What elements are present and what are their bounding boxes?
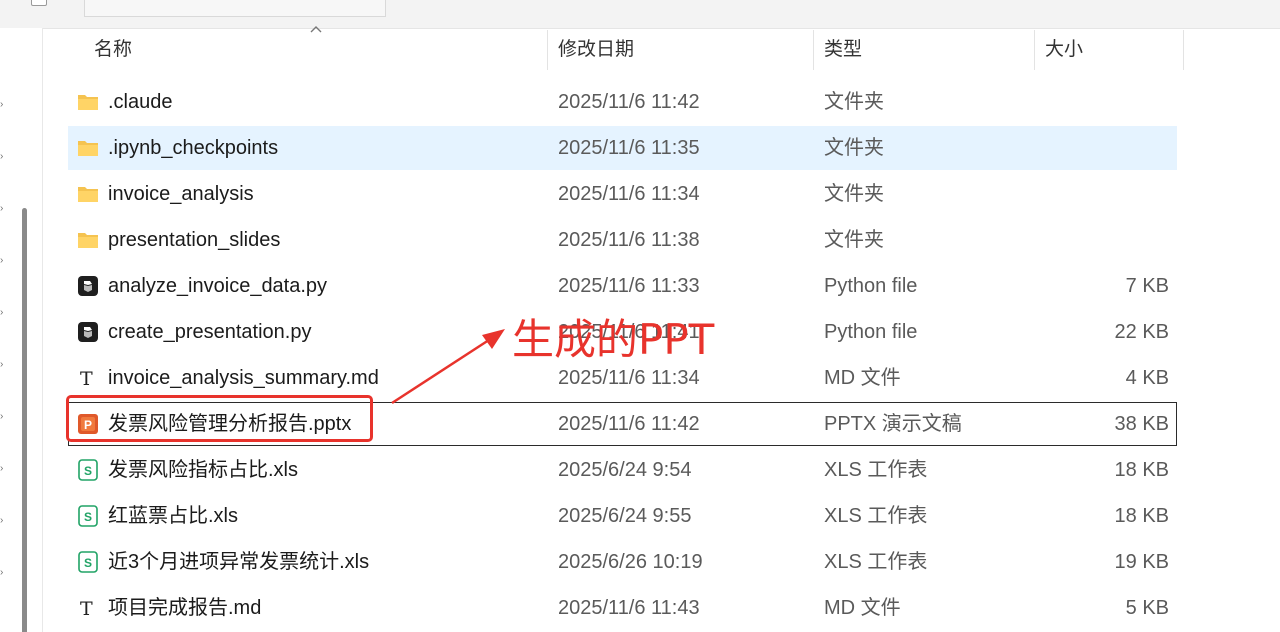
chevron-right-icon[interactable]: › bbox=[0, 204, 8, 214]
file-modified-date: 2025/6/24 9:54 bbox=[558, 459, 692, 481]
svg-text:S: S bbox=[84, 464, 92, 478]
chevron-right-icon[interactable]: › bbox=[0, 412, 8, 422]
annotation-label: 生成的PPT bbox=[512, 315, 715, 364]
file-name[interactable]: 项目完成报告.md bbox=[108, 586, 261, 630]
column-header: 名称 修改日期 类型 大小 bbox=[42, 26, 1280, 72]
file-explorer-window: › › › › › › › › › › 名称 修改日期 类型 大小 .claud… bbox=[0, 0, 1280, 632]
file-type: 文件夹 bbox=[824, 137, 884, 159]
file-size: 5 KB bbox=[1125, 597, 1169, 619]
file-size: 38 KB bbox=[1114, 413, 1169, 435]
file-row[interactable]: presentation_slides 2025/11/6 11:38 文件夹 bbox=[68, 218, 1177, 262]
file-size: 19 KB bbox=[1114, 551, 1169, 573]
python-file-icon bbox=[76, 274, 100, 298]
file-type: MD 文件 bbox=[824, 367, 901, 389]
chevron-right-icon[interactable]: › bbox=[0, 464, 8, 474]
nav-scrollbar[interactable] bbox=[22, 208, 27, 632]
file-size: 7 KB bbox=[1125, 275, 1169, 297]
xls-file-icon: S bbox=[76, 550, 100, 574]
column-divider[interactable] bbox=[547, 30, 548, 70]
file-row[interactable]: S 红蓝票占比.xls 2025/6/24 9:55 XLS 工作表 18 KB bbox=[68, 494, 1177, 538]
chevron-right-icon[interactable]: › bbox=[0, 360, 8, 370]
column-divider[interactable] bbox=[1034, 30, 1035, 70]
file-size: 4 KB bbox=[1125, 367, 1169, 389]
column-type-header[interactable]: 类型 bbox=[824, 28, 862, 72]
file-row[interactable]: .ipynb_checkpoints 2025/11/6 11:35 文件夹 bbox=[68, 126, 1177, 170]
file-type: XLS 工作表 bbox=[824, 459, 928, 481]
chevron-right-icon[interactable]: › bbox=[0, 256, 8, 266]
file-row[interactable]: .claude 2025/11/6 11:42 文件夹 bbox=[68, 80, 1177, 124]
file-name[interactable]: 发票风险指标占比.xls bbox=[108, 448, 298, 492]
column-modified-header[interactable]: 修改日期 bbox=[558, 28, 634, 72]
file-row[interactable]: S 近3个月进项异常发票统计.xls 2025/6/26 10:19 XLS 工作表 1… bbox=[68, 540, 1177, 584]
chevron-right-icon[interactable]: › bbox=[0, 516, 8, 526]
file-name[interactable]: create_presentation.py bbox=[108, 310, 311, 354]
chevron-right-icon[interactable]: › bbox=[0, 100, 8, 110]
file-name[interactable]: analyze_invoice_data.py bbox=[108, 264, 327, 308]
file-modified-date: 2025/11/6 11:38 bbox=[558, 229, 700, 251]
navigation-pane: › › › › › › › › › › bbox=[0, 28, 43, 632]
svg-text:S: S bbox=[84, 556, 92, 570]
file-type: 文件夹 bbox=[824, 91, 884, 113]
file-modified-date: 2025/11/6 11:35 bbox=[558, 137, 700, 159]
file-type: PPTX 演示文稿 bbox=[824, 413, 962, 435]
view-tab[interactable] bbox=[84, 0, 386, 17]
column-size-header[interactable]: 大小 bbox=[1045, 28, 1083, 72]
file-type: Python file bbox=[824, 275, 918, 297]
xls-file-icon: S bbox=[76, 458, 100, 482]
file-modified-date: 2025/11/6 11:42 bbox=[558, 413, 700, 435]
folder-icon bbox=[76, 90, 100, 114]
file-name[interactable]: 近3个月进项异常发票统计.xls bbox=[108, 540, 369, 584]
column-divider[interactable] bbox=[1183, 30, 1184, 70]
svg-text:T: T bbox=[80, 368, 93, 390]
file-modified-date: 2025/11/6 11:43 bbox=[558, 597, 700, 619]
chevron-right-icon[interactable]: › bbox=[0, 568, 8, 578]
file-modified-date: 2025/6/26 10:19 bbox=[558, 551, 703, 573]
folder-icon bbox=[76, 228, 100, 252]
folder-icon bbox=[76, 182, 100, 206]
select-all-checkbox[interactable] bbox=[31, 0, 47, 6]
file-name[interactable]: invoice_analysis bbox=[108, 172, 254, 216]
markdown-file-icon: T bbox=[76, 596, 100, 620]
file-modified-date: 2025/11/6 11:42 bbox=[558, 91, 700, 113]
file-row[interactable]: S 发票风险指标占比.xls 2025/6/24 9:54 XLS 工作表 18 KB bbox=[68, 448, 1177, 492]
file-type: 文件夹 bbox=[824, 229, 884, 251]
file-name[interactable]: invoice_analysis_summary.md bbox=[108, 356, 379, 400]
file-name[interactable]: 红蓝票占比.xls bbox=[108, 494, 238, 538]
file-name[interactable]: .ipynb_checkpoints bbox=[108, 126, 278, 170]
chevron-right-icon[interactable]: › bbox=[0, 308, 8, 318]
svg-text:T: T bbox=[80, 598, 93, 620]
tab-strip bbox=[0, 0, 1280, 29]
chevron-right-icon[interactable]: › bbox=[0, 152, 8, 162]
file-type: 文件夹 bbox=[824, 183, 884, 205]
file-type: XLS 工作表 bbox=[824, 551, 928, 573]
folder-icon bbox=[76, 136, 100, 160]
xls-file-icon: S bbox=[76, 504, 100, 528]
file-modified-date: 2025/11/6 11:34 bbox=[558, 183, 700, 205]
file-row[interactable]: invoice_analysis 2025/11/6 11:34 文件夹 bbox=[68, 172, 1177, 216]
column-name-header[interactable]: 名称 bbox=[94, 28, 132, 72]
file-size: 18 KB bbox=[1114, 505, 1169, 527]
markdown-file-icon: T bbox=[76, 366, 100, 390]
file-type: XLS 工作表 bbox=[824, 505, 928, 527]
svg-text:S: S bbox=[84, 510, 92, 524]
column-divider[interactable] bbox=[813, 30, 814, 70]
file-modified-date: 2025/11/6 11:33 bbox=[558, 275, 700, 297]
file-name[interactable]: .claude bbox=[108, 80, 173, 124]
file-size: 22 KB bbox=[1114, 321, 1169, 343]
file-type: MD 文件 bbox=[824, 597, 901, 619]
sort-ascending-icon bbox=[310, 26, 322, 33]
file-type: Python file bbox=[824, 321, 918, 343]
file-name[interactable]: presentation_slides bbox=[108, 218, 280, 262]
file-size: 18 KB bbox=[1114, 459, 1169, 481]
file-row[interactable]: analyze_invoice_data.py 2025/11/6 11:33 Py… bbox=[68, 264, 1177, 308]
file-modified-date: 2025/6/24 9:55 bbox=[558, 505, 692, 527]
file-row[interactable]: T 项目完成报告.md 2025/11/6 11:43 MD 文件 5 KB bbox=[68, 586, 1177, 630]
python-file-icon bbox=[76, 320, 100, 344]
highlight-box bbox=[66, 395, 373, 442]
